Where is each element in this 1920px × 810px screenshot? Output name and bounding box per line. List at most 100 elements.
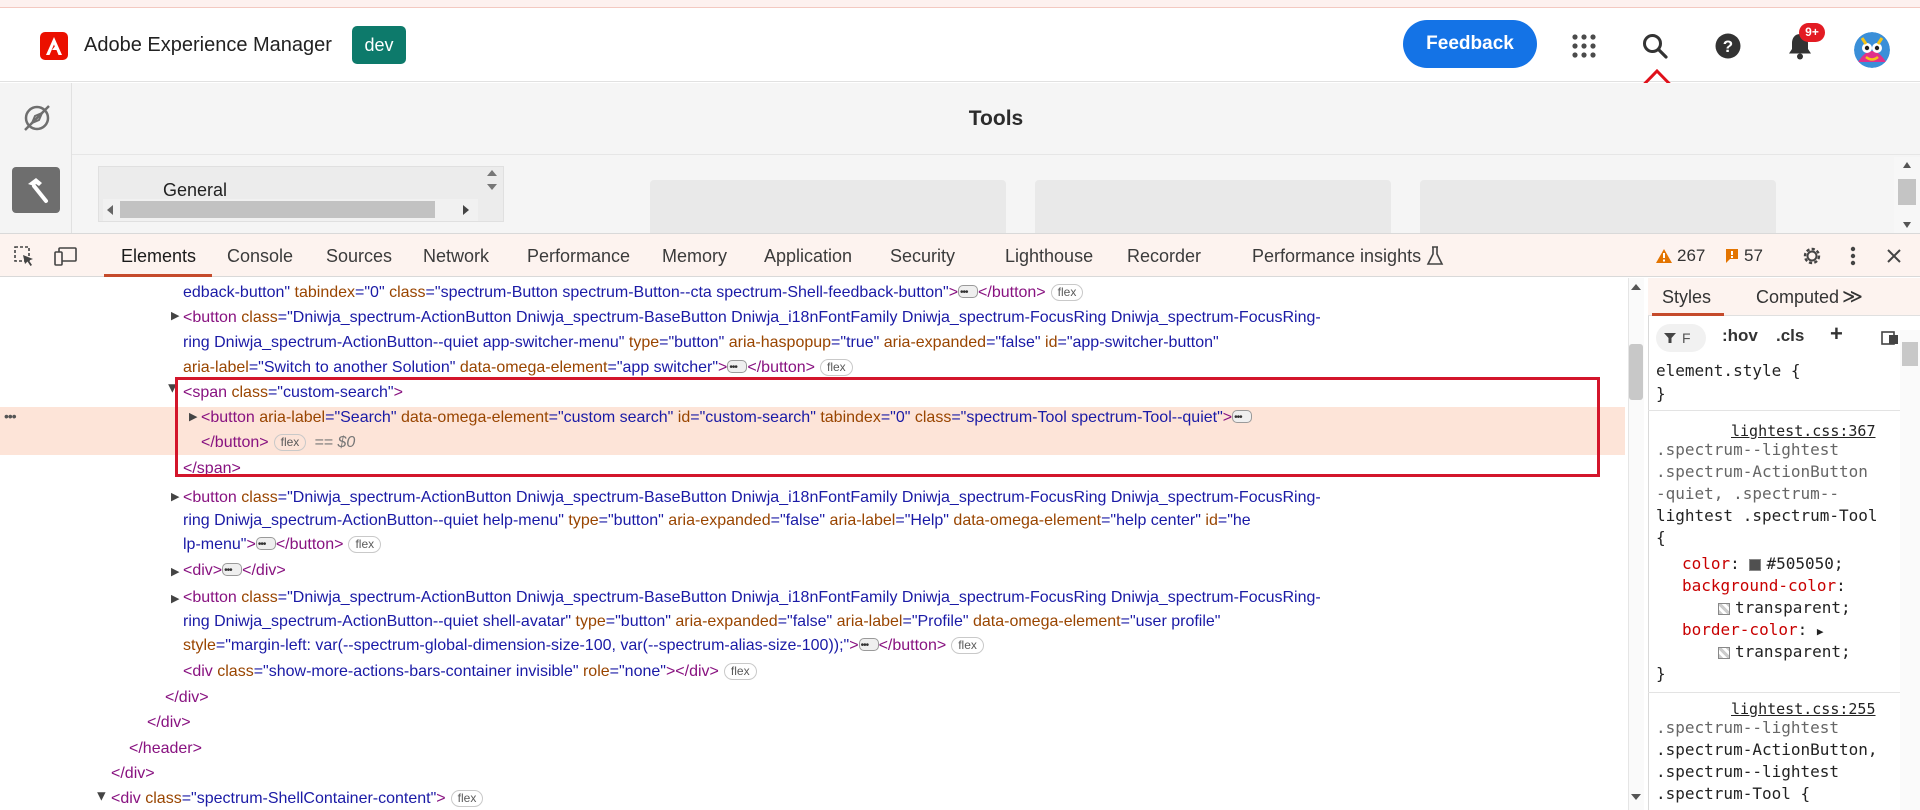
css-declaration[interactable]: border-color: ▶ (1682, 619, 1823, 643)
settings-gear-icon[interactable] (1800, 244, 1824, 268)
tools-hammer-icon[interactable] (12, 167, 60, 213)
tab-lighthouse[interactable]: Lighthouse (1005, 246, 1093, 267)
tab-application[interactable]: Application (764, 246, 852, 267)
collapsed-ellipsis[interactable] (255, 532, 276, 557)
expand-triangle-icon[interactable]: ▶ (1817, 625, 1824, 638)
styles-filter-input[interactable]: F (1656, 324, 1706, 352)
dom-line[interactable]: <button class="Dniwja_spectrum-ActionBut… (183, 305, 1321, 330)
flex-badge[interactable]: flex (450, 790, 484, 808)
collapsed-ellipsis[interactable] (222, 558, 243, 583)
tab-network[interactable]: Network (423, 246, 489, 267)
tab-console[interactable]: Console (227, 246, 293, 267)
tab-elements[interactable]: Elements (121, 246, 196, 267)
css-value[interactable]: transparent; (1718, 597, 1851, 619)
tab-performance-insights[interactable]: Performance insights (1252, 246, 1421, 267)
close-devtools-icon[interactable] (1882, 244, 1906, 268)
avatar[interactable] (1854, 32, 1890, 68)
dom-line[interactable]: </div> (111, 761, 155, 786)
dom-line-cont[interactable]: ring Dniwja_spectrum-ActionButton--quiet… (183, 330, 1219, 355)
styles-scrollbar-thumb[interactable] (1902, 342, 1918, 366)
scroll-up-arrow-icon[interactable] (1902, 161, 1912, 169)
device-toolbar-icon[interactable] (54, 244, 78, 268)
inspect-element-icon[interactable] (12, 244, 36, 268)
rule-selector[interactable]: .spectrum-Tool { (1656, 783, 1810, 805)
collapsed-ellipsis[interactable] (858, 633, 879, 658)
search-icon[interactable] (1639, 30, 1671, 62)
tab-performance[interactable]: Performance (527, 246, 630, 267)
element-style-selector[interactable]: element.style { (1656, 360, 1801, 382)
collapsed-ellipsis[interactable] (727, 355, 748, 380)
dom-line-cont[interactable]: style="margin-left: var(--spectrum-globa… (183, 633, 984, 658)
toggle-element-state-icon[interactable] (1880, 329, 1898, 347)
adobe-logo-icon[interactable] (40, 32, 68, 60)
transparent-swatch[interactable] (1718, 646, 1730, 659)
flex-badge[interactable]: flex (348, 536, 382, 554)
expand-triangle-icon[interactable]: ▶ (171, 592, 179, 605)
tab-memory[interactable]: Memory (662, 246, 727, 267)
rule-selector[interactable]: .spectrum-ActionButton, (1656, 739, 1878, 761)
dom-line[interactable]: edback-button" tabindex="0" class="spect… (183, 280, 1084, 305)
dom-line[interactable]: <div></div> (183, 558, 286, 583)
more-tabs-chevron-icon[interactable]: ≫ (1842, 284, 1863, 309)
more-options-icon[interactable] (1841, 244, 1865, 268)
app-title[interactable]: Adobe Experience Manager (84, 34, 332, 57)
scroll-left-arrow-icon[interactable] (106, 204, 114, 216)
styles-scrollbar[interactable] (1900, 330, 1920, 810)
flex-badge[interactable]: flex (820, 359, 853, 377)
class-toggle[interactable]: .cls (1776, 326, 1804, 346)
expand-triangle-icon[interactable]: ▶ (171, 565, 179, 578)
flex-badge[interactable]: flex (1050, 284, 1084, 302)
tab-computed[interactable]: Computed (1756, 287, 1839, 308)
tool-card[interactable] (1420, 180, 1776, 233)
rule-selector[interactable]: .spectrum--lightest (1656, 761, 1839, 783)
tab-recorder[interactable]: Recorder (1127, 246, 1201, 267)
warnings-counter[interactable]: 267 (1655, 246, 1705, 266)
rule-source-link[interactable]: lightest.css:255 (1731, 700, 1876, 718)
tool-card[interactable] (650, 180, 1006, 233)
dom-line-cont[interactable]: lp-menu"></button>flex (183, 532, 382, 557)
general-category-label[interactable]: General (163, 180, 227, 201)
navigation-compass-icon[interactable] (22, 103, 52, 133)
flex-badge[interactable]: flex (723, 663, 757, 681)
tab-sources[interactable]: Sources (326, 246, 392, 267)
node-actions-dots[interactable]: ••• (4, 408, 17, 424)
rule-selector[interactable]: .spectrum--lightest (1656, 717, 1839, 739)
spinner-arrows-icon[interactable] (485, 168, 499, 194)
collapse-triangle-icon[interactable]: ▶ (96, 792, 109, 800)
rule-selector[interactable]: -quiet, .spectrum-- (1656, 483, 1839, 505)
elements-scrollbar-thumb[interactable] (1629, 344, 1643, 400)
css-declaration[interactable]: background-color: (1682, 575, 1846, 597)
tab-security[interactable]: Security (890, 246, 955, 267)
feedback-button[interactable]: Feedback (1403, 20, 1537, 68)
tab-styles[interactable]: Styles (1662, 287, 1711, 308)
dom-line[interactable]: </header> (129, 736, 202, 761)
dom-line[interactable]: <button class="Dniwja_spectrum-ActionBut… (183, 485, 1321, 510)
rule-source-link[interactable]: lightest.css:367 (1731, 422, 1876, 440)
expand-triangle-icon[interactable]: ▶ (171, 490, 179, 503)
scroll-down-arrow-icon[interactable] (1902, 221, 1912, 229)
dom-line-cont[interactable]: ring Dniwja_spectrum-ActionButton--quiet… (183, 508, 1251, 533)
dom-line-cont[interactable]: ring Dniwja_spectrum-ActionButton--quiet… (183, 609, 1220, 634)
issues-counter[interactable]: 57 (1724, 246, 1763, 266)
dom-line[interactable]: </div> (147, 710, 191, 735)
dom-line[interactable]: </div> (165, 685, 209, 710)
scroll-right-arrow-icon[interactable] (462, 204, 470, 216)
collapsed-ellipsis[interactable] (958, 280, 979, 305)
tool-card[interactable] (1035, 180, 1391, 233)
horizontal-scrollbar-thumb[interactable] (120, 201, 435, 218)
help-icon[interactable]: ? (1712, 30, 1744, 62)
page-scrollbar-thumb[interactable] (1898, 179, 1916, 205)
scroll-down-arrow-icon[interactable] (1630, 793, 1642, 801)
scroll-up-arrow-icon[interactable] (1630, 283, 1642, 291)
transparent-swatch[interactable] (1718, 602, 1730, 615)
rule-selector[interactable]: .spectrum--lightest (1656, 439, 1839, 461)
apps-grid-icon[interactable] (1568, 30, 1600, 62)
css-value[interactable]: transparent; (1718, 641, 1851, 663)
hover-state-toggle[interactable]: :hov (1722, 326, 1758, 346)
add-rule-plus-icon[interactable]: + (1830, 321, 1843, 347)
rule-selector[interactable]: lightest .spectrum-Tool (1656, 505, 1878, 527)
rule-selector[interactable]: .spectrum-ActionButton (1656, 461, 1868, 483)
flex-badge[interactable]: flex (951, 637, 984, 655)
css-declaration[interactable]: color: #505050; (1682, 553, 1844, 575)
color-swatch[interactable] (1749, 558, 1762, 571)
